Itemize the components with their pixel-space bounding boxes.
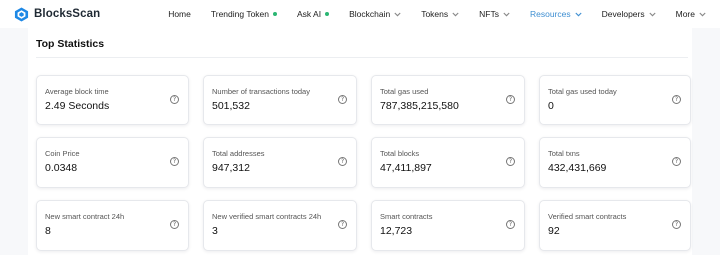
nav-developers-label: Developers [601,9,645,19]
stat-card: Total gas used today 0? [539,75,691,125]
chevron-down-icon [649,12,656,16]
stat-value: 92 [548,225,560,237]
stat-value: 8 [45,225,51,237]
stat-value: 947,312 [212,162,250,174]
chevron-down-icon [394,12,401,16]
section-divider [36,57,688,58]
stat-label: Total gas used [380,87,429,96]
brand-name: BlocksScan [34,8,101,20]
stat-card: Total txns 432,431,669? [539,137,691,188]
stat-card: Total blocks 47,411,897? [371,137,525,188]
nav-blockchain-label: Blockchain [349,9,391,19]
blocksscan-logo-icon [14,6,29,22]
stat-card: Total gas used 787,385,215,580? [371,75,525,125]
nav-resources[interactable]: Resources [530,9,582,19]
nav-tokens[interactable]: Tokens [421,9,459,19]
nav-nfts-label: NFTs [479,9,499,19]
stat-card: Average block time 2.49 Seconds? [36,75,189,125]
nav-more[interactable]: More [676,9,706,19]
stat-card: Total addresses 947,312? [203,137,357,188]
nav-ask-ai-label: Ask AI [297,9,322,19]
stat-value: 12,723 [380,225,413,237]
question-circle-icon[interactable]: ? [170,95,179,104]
live-indicator-dot [273,12,277,16]
chevron-down-icon [503,12,510,16]
brand-logo-link[interactable]: BlocksScan [14,6,101,22]
chevron-down-icon [575,12,582,16]
stat-label: Average block time [45,87,109,96]
stat-card: Coin Price 0.0348? [36,137,189,188]
stat-value: 3 [212,225,218,237]
live-indicator-dot [325,12,330,16]
question-circle-icon[interactable]: ? [672,95,681,104]
main-nav: Home Trending Token Ask AI Blockchain To… [168,0,706,28]
nav-trending-token-label: Trending Token [210,9,269,19]
stat-value: 0 [548,100,554,112]
stat-value: 0.0348 [45,162,78,174]
nav-developers[interactable]: Developers [602,9,656,19]
nav-tokens-label: Tokens [421,9,449,19]
stat-label: Total blocks [380,149,420,158]
stat-value: 2.49 Seconds [45,100,110,112]
stat-value: 787,385,215,580 [380,100,459,112]
nav-more-label: More [675,9,695,19]
question-circle-icon[interactable]: ? [338,220,347,229]
question-circle-icon[interactable]: ? [338,95,347,104]
chevron-down-icon [699,12,706,16]
stat-label: Number of transactions today [212,87,310,96]
nav-home[interactable]: Home [168,9,191,19]
stat-value: 501,532 [212,100,250,112]
question-circle-icon[interactable]: ? [506,157,515,166]
section-title: Top Statistics [36,38,105,50]
stat-card: Number of transactions today 501,532? [203,75,357,125]
nav-trending-token[interactable]: Trending Token [211,9,277,19]
nav-ask-ai[interactable]: Ask AI [297,9,330,19]
question-circle-icon[interactable]: ? [672,220,681,229]
stat-label: Total addresses [212,149,265,158]
nav-nfts[interactable]: NFTs [479,9,510,19]
stat-label: New smart contract 24h [45,212,125,221]
stat-card: New verified smart contracts 24h 3? [203,200,357,251]
nav-resources-label: Resources [529,9,571,19]
top-navbar: BlocksScan Home Trending Token Ask AI Bl… [0,0,720,28]
question-circle-icon[interactable]: ? [672,157,681,166]
stat-label: New verified smart contracts 24h [212,212,322,221]
question-circle-icon[interactable]: ? [170,220,179,229]
stat-card: New smart contract 24h 8? [36,200,189,251]
question-circle-icon[interactable]: ? [170,157,179,166]
top-statistics-panel: Top Statistics Average block time 2.49 Se… [28,28,692,255]
stat-value: 47,411,897 [380,162,432,174]
stat-value: 432,431,669 [548,162,607,174]
stat-label: Smart contracts [380,212,433,221]
stat-card: Verified smart contracts 92? [539,200,691,251]
chevron-down-icon [452,12,459,16]
question-circle-icon[interactable]: ? [338,157,347,166]
nav-blockchain[interactable]: Blockchain [349,9,401,19]
stats-grid: Average block time 2.49 Seconds? Number of… [36,75,691,251]
nav-home-label: Home [168,9,191,19]
stat-label: Verified smart contracts [548,212,627,221]
stat-label: Total gas used today [548,87,617,96]
question-circle-icon[interactable]: ? [506,220,515,229]
stat-label: Coin Price [45,149,80,158]
stat-card: Smart contracts 12,723? [371,200,525,251]
stat-label: Total txns [548,149,580,158]
question-circle-icon[interactable]: ? [506,95,515,104]
